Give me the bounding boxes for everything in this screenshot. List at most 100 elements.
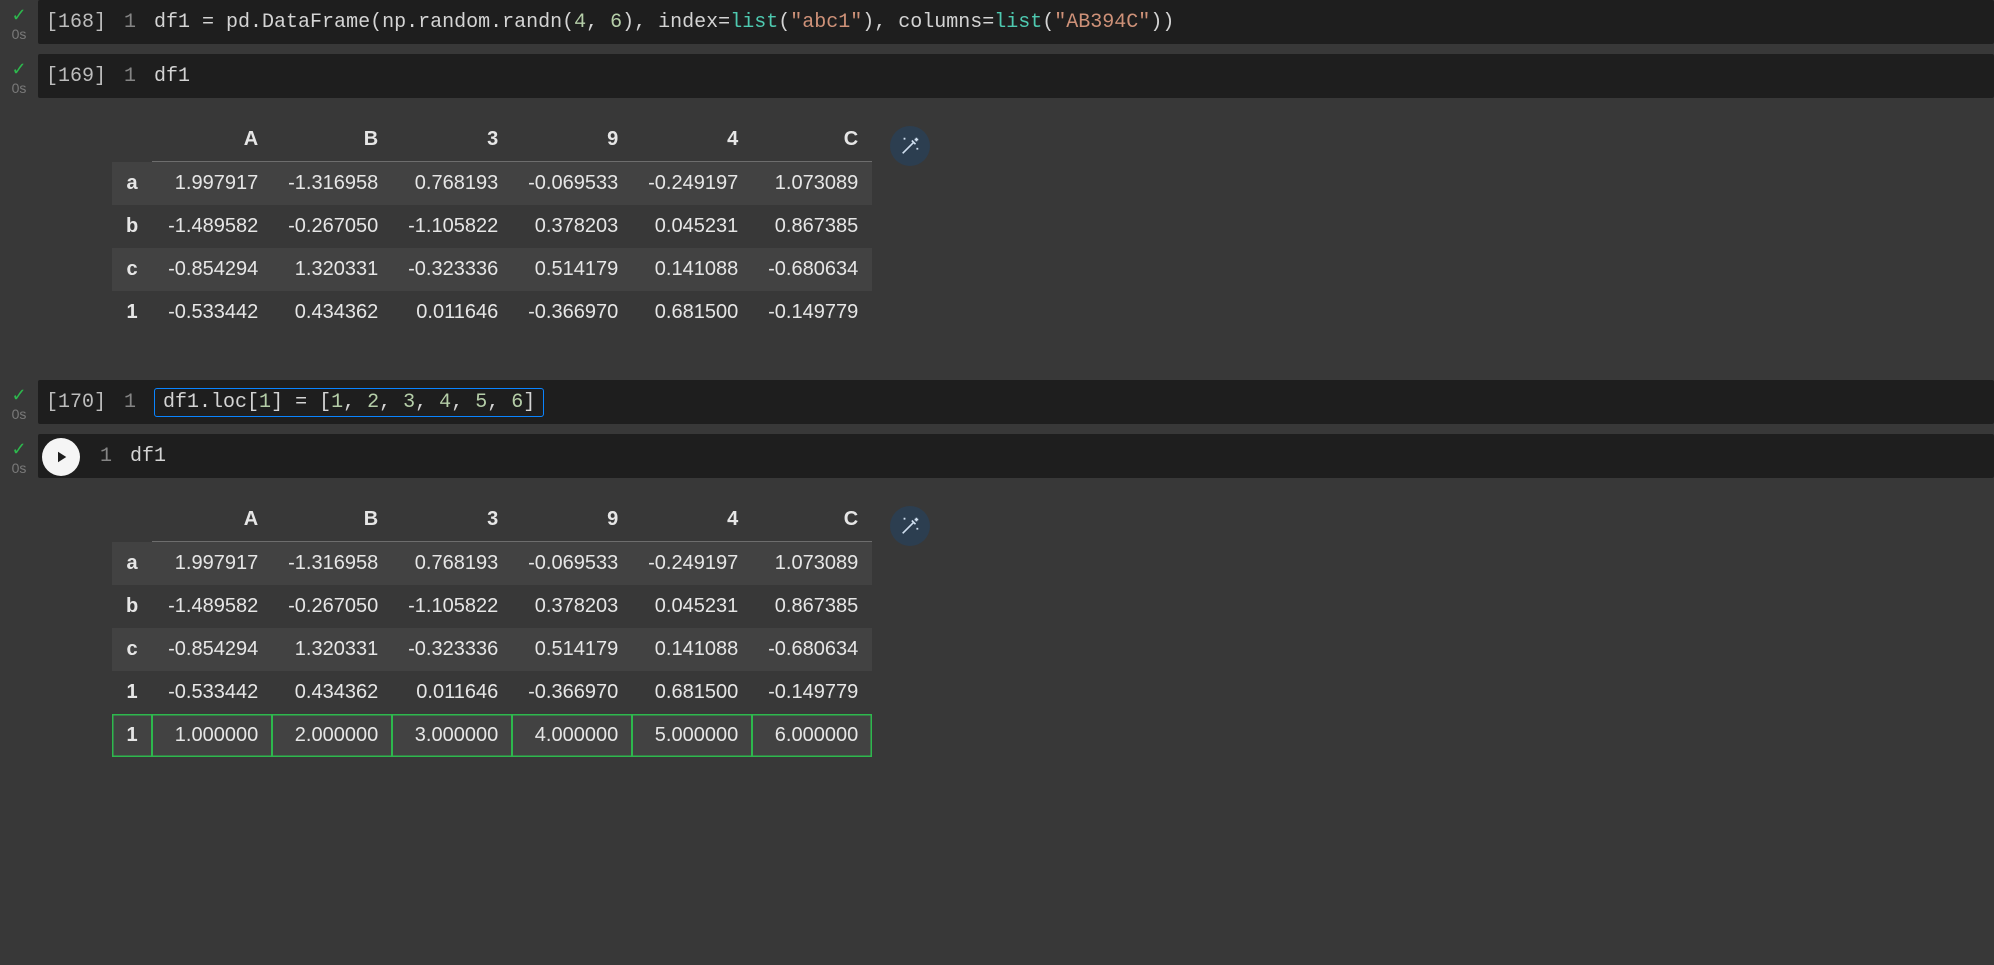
table-cell: -0.323336 (392, 248, 512, 291)
table-cell: 0.681500 (632, 291, 752, 334)
table-cell: 0.434362 (272, 671, 392, 714)
code-input-row[interactable]: [168] 1 df1 = pd.DataFrame(np.random.ran… (38, 0, 1994, 44)
column-header: C (752, 498, 872, 542)
table-cell: -0.323336 (392, 628, 512, 671)
table-cell: -0.366970 (512, 671, 632, 714)
row-index: 1 (112, 714, 152, 757)
column-header: C (752, 118, 872, 162)
table-cell: -1.489582 (152, 205, 272, 248)
row-index: b (112, 205, 152, 248)
cell-output: AB394Ca1.997917-1.3169580.768193-0.06953… (112, 118, 1994, 334)
table-cell: -0.366970 (512, 291, 632, 334)
magic-wand-icon[interactable] (890, 126, 930, 166)
table-cell: 5.000000 (632, 714, 752, 757)
table-cell: 0.768193 (392, 542, 512, 586)
table-cell: 0.768193 (392, 162, 512, 206)
status-ok-icon: ✓ (11, 6, 26, 24)
code-cell: ✓ 0s [168] 1 df1 = pd.DataFrame(np.rando… (0, 0, 1994, 44)
table-row: a1.997917-1.3169580.768193-0.069533-0.24… (112, 162, 872, 206)
table-cell: -0.149779 (752, 671, 872, 714)
table-cell: -1.489582 (152, 585, 272, 628)
cell-gutter: ✓ 0s (0, 54, 38, 96)
line-number: 1 (116, 65, 154, 88)
table-cell: 1.320331 (272, 248, 392, 291)
table-cell: 0.045231 (632, 585, 752, 628)
table-cell: -0.267050 (272, 585, 392, 628)
table-row: 1-0.5334420.4343620.011646-0.3669700.681… (112, 291, 872, 334)
cell-gutter: ✓ 0s (0, 0, 38, 42)
table-row: c-0.8542941.320331-0.3233360.5141790.141… (112, 248, 872, 291)
table-row: c-0.8542941.320331-0.3233360.5141790.141… (112, 628, 872, 671)
column-header: 4 (632, 498, 752, 542)
code-cell: ✓ 0s 1 df1 AB394Ca1.997917-1.3169580.768… (0, 434, 1994, 793)
table-cell: -0.069533 (512, 542, 632, 586)
table-cell: -1.105822 (392, 585, 512, 628)
exec-count: [168] (42, 11, 116, 34)
table-row: a1.997917-1.3169580.768193-0.069533-0.24… (112, 542, 872, 586)
table-row: 11.0000002.0000003.0000004.0000005.00000… (112, 714, 872, 757)
table-cell: 1.073089 (752, 162, 872, 206)
table-cell: 0.141088 (632, 628, 752, 671)
table-cell: 1.000000 (152, 714, 272, 757)
table-cell: -0.069533 (512, 162, 632, 206)
table-cell: 0.514179 (512, 248, 632, 291)
run-cell-button[interactable] (42, 438, 80, 476)
table-cell: 2.000000 (272, 714, 392, 757)
cell-gutter: ✓ 0s (0, 380, 38, 422)
code-input-row[interactable]: [169] 1 df1 (38, 54, 1994, 98)
exec-time: 0s (12, 80, 27, 96)
column-header: 9 (512, 118, 632, 162)
line-number: 1 (116, 391, 154, 414)
table-cell: -0.267050 (272, 205, 392, 248)
column-header: A (152, 118, 272, 162)
table-cell: 0.434362 (272, 291, 392, 334)
column-header: 3 (392, 498, 512, 542)
cell-gutter: ✓ 0s (0, 434, 38, 476)
table-row: 1-0.5334420.4343620.011646-0.3669700.681… (112, 671, 872, 714)
table-cell: -0.854294 (152, 628, 272, 671)
table-cell: 0.681500 (632, 671, 752, 714)
table-cell: -0.249197 (632, 542, 752, 586)
status-ok-icon: ✓ (11, 60, 26, 78)
exec-count: [170] (42, 391, 116, 414)
exec-count: [169] (42, 65, 116, 88)
table-cell: 1.997917 (152, 542, 272, 586)
cell-output: AB394Ca1.997917-1.3169580.768193-0.06953… (112, 498, 1994, 757)
table-corner (112, 498, 152, 542)
code-editor[interactable]: df1 (154, 65, 1994, 88)
table-cell: -0.854294 (152, 248, 272, 291)
code-editor[interactable]: df1 (130, 445, 1994, 468)
table-cell: -0.680634 (752, 628, 872, 671)
column-header: B (272, 498, 392, 542)
code-editor[interactable]: df1 = pd.DataFrame(np.random.randn(4, 6)… (154, 11, 1994, 34)
magic-wand-icon[interactable] (890, 506, 930, 546)
line-number: 1 (116, 11, 154, 34)
table-cell: 0.011646 (392, 671, 512, 714)
table-row: b-1.489582-0.267050-1.1058220.3782030.04… (112, 585, 872, 628)
status-ok-icon: ✓ (11, 386, 26, 404)
code-input-row[interactable]: [170] 1 df1.loc[1] = [1, 2, 3, 4, 5, 6] (38, 380, 1994, 424)
code-input-row[interactable]: 1 df1 (38, 434, 1994, 478)
column-header: B (272, 118, 392, 162)
table-cell: -1.316958 (272, 542, 392, 586)
row-index: a (112, 542, 152, 586)
column-header: 4 (632, 118, 752, 162)
table-cell: -1.316958 (272, 162, 392, 206)
column-header: 9 (512, 498, 632, 542)
table-cell: 1.073089 (752, 542, 872, 586)
table-corner (112, 118, 152, 162)
code-cell: ✓ 0s [170] 1 df1.loc[1] = [1, 2, 3, 4, 5… (0, 380, 1994, 424)
table-cell: 6.000000 (752, 714, 872, 757)
table-cell: -0.149779 (752, 291, 872, 334)
table-cell: 0.045231 (632, 205, 752, 248)
row-index: a (112, 162, 152, 206)
column-header: 3 (392, 118, 512, 162)
dataframe-table: AB394Ca1.997917-1.3169580.768193-0.06953… (112, 118, 872, 334)
table-row: b-1.489582-0.267050-1.1058220.3782030.04… (112, 205, 872, 248)
table-cell: 0.867385 (752, 205, 872, 248)
table-cell: 0.514179 (512, 628, 632, 671)
table-cell: 0.378203 (512, 585, 632, 628)
code-editor[interactable]: df1.loc[1] = [1, 2, 3, 4, 5, 6] (154, 388, 544, 417)
table-cell: -0.533442 (152, 291, 272, 334)
table-cell: 0.011646 (392, 291, 512, 334)
